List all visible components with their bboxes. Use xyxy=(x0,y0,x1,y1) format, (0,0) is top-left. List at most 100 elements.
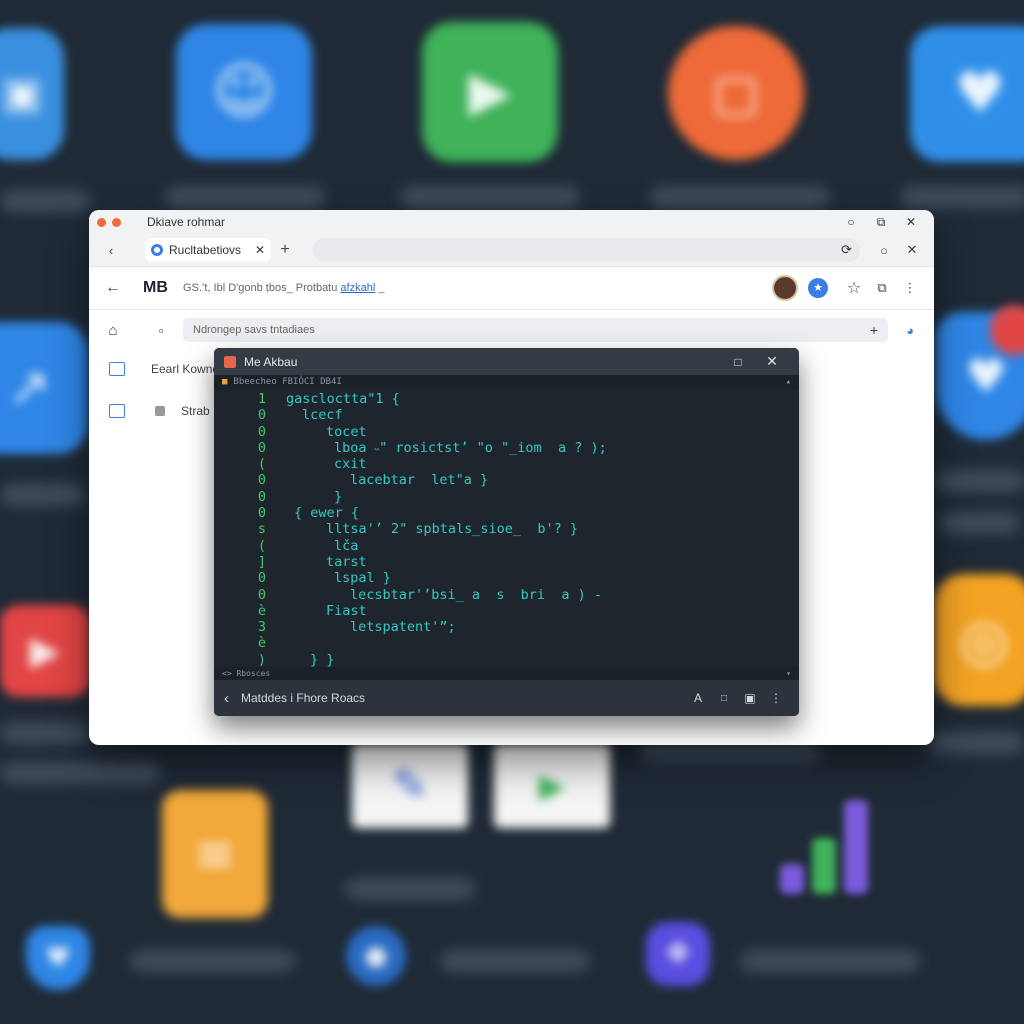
code-line: (lča xyxy=(214,538,799,554)
ring-app-icon[interactable]: ◎ xyxy=(934,574,1024,706)
tab-strip-pill: ⟳ xyxy=(313,238,860,262)
app-icon xyxy=(224,355,236,368)
search-input[interactable]: Ndrongep savs tntadiaes + xyxy=(183,318,888,342)
play-doc-app-icon[interactable]: ▶ xyxy=(494,744,610,828)
sidebar-item-1[interactable]: Eearl Kowne xyxy=(109,362,219,376)
avatar[interactable] xyxy=(772,275,798,301)
code-text: tarst xyxy=(326,553,367,570)
panel-icon xyxy=(109,404,125,418)
shield-app-icon[interactable]: ♥ xyxy=(26,926,90,990)
code-text: lcecf xyxy=(302,407,343,424)
code-text: lboa ˵" rosictstʼ "o "_iom a ? ); xyxy=(334,439,607,456)
restore-icon[interactable]: ⧉ xyxy=(866,215,896,230)
editor-path: Bbeecheo FBIŎCI DB4I xyxy=(233,377,342,387)
maximize-icon[interactable]: □ xyxy=(721,355,755,369)
code-text: letspatent'”; xyxy=(350,619,456,636)
editor-title: Me Akbau xyxy=(244,354,298,369)
code-line: 0 lboa ˵" rosictstʼ "o "_iom a ? ); xyxy=(214,440,799,456)
code-line: 0 lspal } xyxy=(214,570,799,586)
sidebar-item-2[interactable]: Strab xyxy=(109,404,210,418)
star-icon[interactable]: ☆ xyxy=(840,278,868,298)
globe-app-icon[interactable]: ● xyxy=(346,926,406,986)
line-number: 0 xyxy=(257,423,266,440)
status-text: <> Rbosces xyxy=(222,669,271,678)
code-line: 0 tocet xyxy=(214,424,799,440)
site-logo[interactable]: M⁠В xyxy=(143,279,183,297)
square-icon[interactable]: □ xyxy=(711,693,737,704)
tab-bar: ‹ Rucltabetiovs ✕ + ⟳ ○ ✕ xyxy=(89,234,934,267)
minimize-icon[interactable]: ○ xyxy=(836,215,866,229)
extension-icon[interactable]: ★ xyxy=(808,278,828,298)
share-app-icon[interactable]: ↗ xyxy=(0,322,88,454)
inbox-icon xyxy=(109,362,125,376)
tab-close-icon[interactable]: ✕ xyxy=(255,243,265,257)
back-chevron-icon[interactable]: ‹ xyxy=(97,243,125,258)
pen-doc-app-icon[interactable]: ✎ xyxy=(352,744,468,828)
bell-icon[interactable]: ○ xyxy=(870,243,898,258)
share-icon[interactable]: ⧉ xyxy=(868,280,896,296)
people-app-icon[interactable]: ☺ xyxy=(176,24,312,160)
address-link[interactable]: afzkahl xyxy=(340,282,375,294)
line-number: 0 xyxy=(257,586,266,603)
tab-favicon-icon xyxy=(151,244,163,256)
chart-app-icon[interactable] xyxy=(780,800,876,904)
add-icon[interactable]: + xyxy=(870,322,878,338)
sidebar-item-label: Strab xyxy=(181,404,210,418)
chat-app-icon[interactable]: ♥ xyxy=(910,26,1024,162)
new-tab-icon[interactable]: + xyxy=(271,241,299,259)
orange-app-icon[interactable]: ▢ xyxy=(668,26,804,160)
code-line: 0 lecsbtar'ʼbsi_ a s bri a ) - xyxy=(214,587,799,603)
minimize-dot-icon[interactable] xyxy=(112,217,121,227)
code-text: lacebtar let"a } xyxy=(350,472,489,489)
code-text: lča xyxy=(334,537,359,554)
code-text: lltsa'ʼ 2" spbtals_sioe_ b'? } xyxy=(326,521,578,538)
close-dot-icon[interactable] xyxy=(97,217,106,227)
font-icon[interactable]: A xyxy=(685,691,711,705)
back-chevron-icon[interactable]: ‹ xyxy=(224,690,229,707)
home-icon[interactable]: ⌂ xyxy=(99,322,127,339)
code-line: 3 letspatent'”; xyxy=(214,619,799,635)
more-menu-icon[interactable]: ⋮ xyxy=(896,280,924,296)
folder-app-icon[interactable]: ▣ xyxy=(0,28,64,160)
code-line: 0 lcecf xyxy=(214,407,799,423)
line-number: 1 xyxy=(257,391,266,407)
editor-window: Me Akbau □ ✕ ■ Bbeecheo FBIŎCI DB4I ▴ 1 g… xyxy=(214,348,799,716)
close-icon[interactable]: ✕ xyxy=(755,353,789,370)
search-placeholder: Ndrongep savs tntadiaes xyxy=(193,324,315,336)
line-number: ) xyxy=(257,651,266,668)
code-text: lecsbtar'ʼbsi_ a s bri a ) - xyxy=(350,586,602,603)
line-number: 0 xyxy=(257,472,266,489)
code-text: cxit xyxy=(334,456,367,473)
close-icon[interactable]: ✕ xyxy=(896,215,926,229)
line-number: 0 xyxy=(257,488,266,505)
line-number: 0 xyxy=(257,439,266,456)
youtube-app-icon[interactable]: ▶ xyxy=(0,605,90,697)
code-area[interactable]: 1 gascloctta"1 {0 lcecf 0 tocet 0 lboa ˵" rosi… xyxy=(214,389,799,668)
code-line: 0 { ewer { xyxy=(214,505,799,521)
back-arrow-icon[interactable]: ← xyxy=(99,279,127,297)
footer-text: Matddes i Fhore Roacs xyxy=(241,691,366,705)
notes-app-icon[interactable]: ≡ xyxy=(162,790,268,918)
link-app-icon[interactable]: ❖ xyxy=(646,922,710,986)
tab-close-window-icon[interactable]: ✕ xyxy=(898,242,926,258)
code-line: )} } xyxy=(214,652,799,668)
square-icon xyxy=(155,406,165,416)
expand-icon[interactable]: ▴ xyxy=(786,377,791,387)
code-text: gascloctta"1 { xyxy=(286,391,400,407)
refresh-icon[interactable]: ⟳ xyxy=(841,242,852,258)
code-line: è Fiast xyxy=(214,603,799,619)
code-line: è xyxy=(214,635,799,651)
more-icon[interactable]: ⋮ xyxy=(763,691,789,705)
collapse-icon[interactable]: ▾ xyxy=(786,669,791,678)
address-text[interactable]: GS.ʻt, Ibl D'gonb ṭbos_ Protbatu afzkahl… xyxy=(183,282,772,294)
bookmark-icon[interactable]: ▫ xyxy=(147,323,175,338)
code-line: ( cxit xyxy=(214,456,799,472)
play-chat-app-icon[interactable]: ▶ xyxy=(422,22,558,162)
browser-tab[interactable]: Rucltabetiovs ✕ xyxy=(145,238,271,262)
line-number: ( xyxy=(257,456,266,473)
compass-icon[interactable]: ◕ xyxy=(896,323,924,338)
code-line: 1 gascloctta"1 { xyxy=(214,391,799,407)
line-number: 0 xyxy=(257,407,266,424)
window-icon[interactable]: ▣ xyxy=(737,691,763,705)
code-line: ] tarst xyxy=(214,554,799,570)
